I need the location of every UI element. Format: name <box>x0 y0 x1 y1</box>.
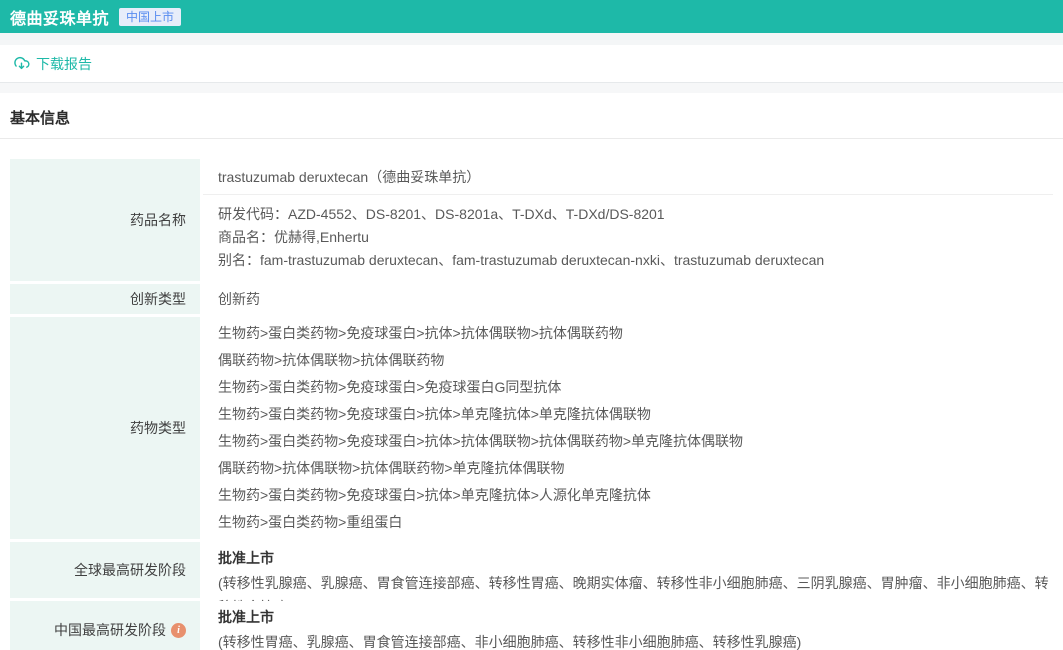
drug-type-path: 生物药>蛋白类药物>重组蛋白 <box>218 509 1053 536</box>
download-report-label: 下载报告 <box>36 54 92 74</box>
china-stage-indications: (转移性胃癌、乳腺癌、胃食管连接部癌、非小细胞肺癌、转移性非小细胞肺癌、转移性乳… <box>218 630 1053 650</box>
drug-type-path: 生物药>蛋白类药物>免疫球蛋白>抗体>单克隆抗体>单克隆抗体偶联物 <box>218 401 1053 428</box>
table-row-china-stage: 中国最高研发阶段 i 批准上市 (转移性胃癌、乳腺癌、胃食管连接部癌、非小细胞肺… <box>10 601 1053 650</box>
drug-type-path: 生物药>蛋白类药物>免疫球蛋白>抗体>抗体偶联物>抗体偶联药物 <box>218 320 1053 347</box>
drug-name-value: trastuzumab deruxtecan（德曲妥珠单抗） 研发代码：AZD-… <box>203 159 1053 281</box>
drug-name-details: 研发代码：AZD-4552、DS-8201、DS-8201a、T-DXd、T-D… <box>203 195 1053 281</box>
page-title: 德曲妥珠单抗 <box>10 5 109 29</box>
drug-type-path: 生物药>蛋白类药物>免疫球蛋白>免疫球蛋白G同型抗体 <box>218 374 1053 401</box>
china-stage-label-cell: 中国最高研发阶段 i <box>10 601 200 650</box>
table-row-global-stage: 全球最高研发阶段 批准上市 (转移性乳腺癌、乳腺癌、胃食管连接部癌、转移性胃癌、… <box>10 542 1053 598</box>
drug-type-path: 偶联药物>抗体偶联物>抗体偶联药物>单克隆抗体偶联物 <box>218 455 1053 482</box>
basic-info-table: 药品名称 trastuzumab deruxtecan（德曲妥珠单抗） 研发代码… <box>10 159 1053 650</box>
table-row-drug-type: 药物类型 生物药>蛋白类药物>免疫球蛋白>抗体>抗体偶联物>抗体偶联药物 偶联药… <box>10 317 1053 539</box>
drug-name-label: 药品名称 <box>10 159 200 281</box>
global-stage-value: 批准上市 (转移性乳腺癌、乳腺癌、胃食管连接部癌、转移性胃癌、晚期实体瘤、转移性… <box>203 542 1053 598</box>
innovation-type-value: 创新药 <box>203 284 1053 314</box>
header-spacer <box>0 33 1063 45</box>
global-stage-name: 批准上市 <box>218 546 1053 571</box>
drug-type-path: 偶联药物>抗体偶联物>抗体偶联药物 <box>218 347 1053 374</box>
cloud-download-icon <box>13 55 30 72</box>
china-stage-name: 批准上市 <box>218 605 1053 630</box>
toolbar: 下载报告 <box>0 45 1063 83</box>
section-title-basic-info: 基本信息 <box>0 93 1063 139</box>
rd-code-line: 研发代码：AZD-4552、DS-8201、DS-8201a、T-DXd、T-D… <box>218 203 1053 226</box>
drug-type-value: 生物药>蛋白类药物>免疫球蛋白>抗体>抗体偶联物>抗体偶联药物 偶联药物>抗体偶… <box>203 317 1053 539</box>
china-listed-badge: 中国上市 <box>119 8 181 26</box>
download-report-link[interactable]: 下载报告 <box>13 54 92 74</box>
drug-type-path: 生物药>蛋白类药物>免疫球蛋白>抗体>抗体偶联物>抗体偶联药物>单克隆抗体偶联物 <box>218 428 1053 455</box>
china-stage-label: 中国最高研发阶段 <box>54 620 166 640</box>
drug-type-path: 生物药>蛋白类药物>免疫球蛋白>抗体>单克隆抗体>人源化单克隆抗体 <box>218 482 1053 509</box>
global-stage-label: 全球最高研发阶段 <box>10 542 200 598</box>
drug-detail-page: 德曲妥珠单抗 中国上市 下载报告 基本信息 药品名称 trastuzumab d… <box>0 0 1063 650</box>
page-header: 德曲妥珠单抗 中国上市 <box>0 0 1063 33</box>
trade-name-line: 商品名：优赫得,Enhertu <box>218 226 1053 249</box>
info-icon[interactable]: i <box>171 623 186 638</box>
alias-line: 别名：fam-trastuzumab deruxtecan、fam-trastu… <box>218 249 1053 272</box>
innovation-type-label: 创新类型 <box>10 284 200 314</box>
drug-primary-name: trastuzumab deruxtecan（德曲妥珠单抗） <box>203 159 1053 195</box>
toolbar-spacer <box>0 83 1063 93</box>
drug-type-label: 药物类型 <box>10 317 200 539</box>
basic-info-section: 基本信息 药品名称 trastuzumab deruxtecan（德曲妥珠单抗）… <box>0 93 1063 650</box>
china-stage-value: 批准上市 (转移性胃癌、乳腺癌、胃食管连接部癌、非小细胞肺癌、转移性非小细胞肺癌… <box>203 601 1053 650</box>
table-row-drug-name: 药品名称 trastuzumab deruxtecan（德曲妥珠单抗） 研发代码… <box>10 159 1053 281</box>
table-row-innovation-type: 创新类型 创新药 <box>10 284 1053 314</box>
